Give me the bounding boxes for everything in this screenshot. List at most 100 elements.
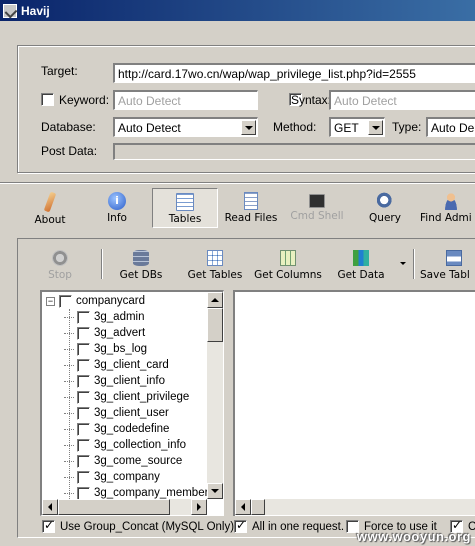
- tab-read-files[interactable]: Read Files: [220, 188, 282, 228]
- tree-table-checkbox[interactable]: [77, 358, 90, 372]
- scroll-h-thumb[interactable]: [58, 499, 170, 515]
- collapse-icon[interactable]: −: [46, 296, 55, 306]
- scroll-up-button[interactable]: [207, 292, 223, 308]
- save-table-button[interactable]: Save Tabl: [420, 247, 475, 283]
- keyword-input[interactable]: Auto Detect: [113, 90, 258, 110]
- database-label: Database:: [41, 120, 96, 134]
- chevron-down-icon[interactable]: [368, 120, 383, 135]
- chevron-down-icon[interactable]: [400, 262, 406, 265]
- tab-query-label: Query: [369, 212, 401, 224]
- tree-table-checkbox[interactable]: [77, 454, 90, 468]
- tree-table-checkbox[interactable]: [77, 422, 90, 436]
- stop-button[interactable]: Stop: [38, 247, 82, 283]
- save-table-label: Save Tabl: [420, 269, 470, 281]
- tree-root-checkbox[interactable]: [59, 294, 72, 308]
- tree-table-checkbox[interactable]: [77, 310, 90, 324]
- tree-table-item[interactable]: 3g_client_info: [64, 373, 165, 389]
- database-icon: [133, 250, 149, 266]
- get-data-button[interactable]: Get Data: [334, 247, 388, 283]
- data-results-pane[interactable]: [233, 290, 475, 516]
- data-icon: [353, 250, 369, 266]
- scroll-left-button[interactable]: [235, 499, 251, 515]
- get-columns-button[interactable]: Get Columns: [253, 247, 323, 283]
- keyword-label: Keyword:: [59, 93, 110, 107]
- tree-branch-line: [64, 476, 74, 478]
- window-title-bar[interactable]: Havij: [0, 0, 475, 21]
- tree-table-item[interactable]: 3g_codedefine: [64, 421, 169, 437]
- havij-app-icon: [3, 3, 17, 18]
- tree-table-item[interactable]: 3g_company: [64, 469, 160, 485]
- tables-icon: [176, 193, 194, 211]
- all-in-one-option[interactable]: All in one request.: [234, 518, 344, 533]
- tree-table-checkbox[interactable]: [77, 486, 90, 500]
- tab-find-admin[interactable]: Find Admi: [420, 188, 475, 228]
- tree-table-label: 3g_collection_info: [94, 439, 187, 451]
- window-title: Havij: [21, 3, 50, 18]
- users-icon: [442, 192, 460, 210]
- tree-table-label: 3g_client_card: [94, 359, 169, 371]
- scroll-down-button[interactable]: [207, 483, 223, 499]
- tree-table-checkbox[interactable]: [77, 326, 90, 340]
- tree-table-item[interactable]: 3g_collection_info: [64, 437, 186, 453]
- tree-table-checkbox[interactable]: [77, 438, 90, 452]
- tab-cmd-shell[interactable]: Cmd Shell: [288, 188, 346, 228]
- get-dbs-button[interactable]: Get DBs: [116, 247, 166, 283]
- tree-table-label: 3g_come_source: [94, 455, 183, 467]
- data-horizontal-scrollbar[interactable]: [235, 499, 475, 515]
- tree-table-label: 3g_company: [94, 471, 160, 483]
- tree-table-item[interactable]: 3g_advert: [64, 325, 145, 341]
- syntax-label: Syntax:: [291, 93, 332, 107]
- tree-table-item[interactable]: 3g_client_privilege: [64, 389, 189, 405]
- tree-table-label: 3g_client_privilege: [94, 391, 190, 403]
- group-concat-checkbox[interactable]: [42, 518, 55, 533]
- tree-branch-line: [64, 348, 74, 350]
- scroll-right-button[interactable]: [191, 499, 207, 515]
- tree-table-item[interactable]: 3g_come_source: [64, 453, 182, 469]
- method-select[interactable]: GET: [329, 117, 385, 137]
- columns-icon: [280, 250, 296, 266]
- scroll-h-thumb[interactable]: [251, 499, 265, 515]
- type-label: Type:: [392, 120, 422, 134]
- tree-table-checkbox[interactable]: [77, 406, 90, 420]
- post-data-input[interactable]: [113, 143, 475, 160]
- type-select[interactable]: Auto De: [426, 117, 475, 137]
- get-dbs-label: Get DBs: [119, 269, 163, 281]
- syntax-input[interactable]: Auto Detect: [329, 90, 475, 110]
- tree-table-checkbox[interactable]: [77, 470, 90, 484]
- scroll-thumb[interactable]: [207, 308, 223, 342]
- tree-table-item[interactable]: 3g_admin: [64, 309, 145, 325]
- tab-tables[interactable]: Tables: [152, 188, 218, 228]
- target-url-input[interactable]: http://card.17wo.cn/wap/wap_privilege_li…: [113, 63, 475, 83]
- tree-branch-line: [64, 396, 74, 398]
- tree-horizontal-scrollbar[interactable]: [42, 499, 207, 515]
- database-tree[interactable]: − companycard 3g_admin 3g_advert 3g_bs_log…: [40, 290, 224, 516]
- toolbar-separator: [101, 249, 103, 279]
- database-select[interactable]: Auto Detect: [113, 117, 258, 137]
- tree-branch-line: [64, 380, 74, 382]
- tree-table-checkbox[interactable]: [77, 374, 90, 388]
- tree-branch-line: [64, 428, 74, 430]
- tree-vertical-scrollbar[interactable]: [207, 292, 223, 499]
- scroll-left-button[interactable]: [42, 499, 58, 515]
- tree-table-checkbox[interactable]: [77, 390, 90, 404]
- info-icon: i: [108, 192, 126, 210]
- post-data-label: Post Data:: [41, 144, 98, 158]
- group-concat-option[interactable]: Use Group_Concat (MySQL Only): [42, 518, 235, 533]
- tree-table-checkbox[interactable]: [77, 342, 90, 356]
- chevron-down-icon[interactable]: [241, 120, 256, 135]
- tree-table-item[interactable]: 3g_client_card: [64, 357, 169, 373]
- tree-table-item[interactable]: 3g_client_user: [64, 405, 169, 421]
- get-tables-button[interactable]: Get Tables: [182, 247, 248, 283]
- tree-table-label: 3g_client_info: [94, 375, 165, 387]
- keyword-checkbox[interactable]: [41, 93, 54, 106]
- tab-about-label: About: [34, 214, 66, 226]
- tree-root-row[interactable]: − companycard: [46, 293, 145, 309]
- all-in-one-checkbox[interactable]: [234, 518, 247, 533]
- tree-table-label: 3g_admin: [94, 311, 145, 323]
- tree-table-item[interactable]: 3g_bs_log: [64, 341, 147, 357]
- tab-query[interactable]: Query: [364, 188, 406, 228]
- group-concat-label: Use Group_Concat (MySQL Only): [60, 520, 235, 533]
- tab-about[interactable]: About: [27, 188, 73, 228]
- tab-info[interactable]: i Info: [96, 188, 138, 228]
- tree-branch-line: [64, 412, 74, 414]
